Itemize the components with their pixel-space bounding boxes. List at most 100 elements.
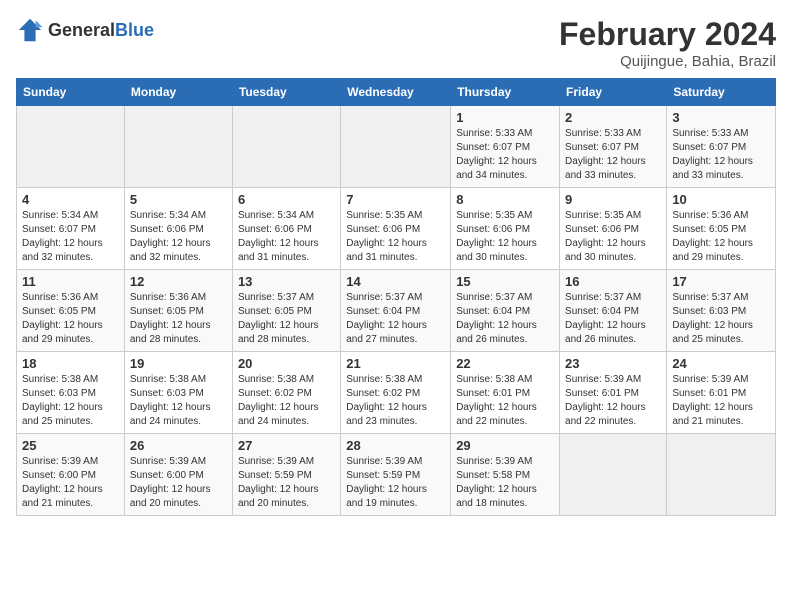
calendar-cell: 14 Sunrise: 5:37 AMSunset: 6:04 PMDayligh… bbox=[341, 270, 451, 352]
day-info: Sunrise: 5:39 AMSunset: 6:01 PMDaylight:… bbox=[672, 373, 770, 429]
day-info: Sunrise: 5:39 AMSunset: 6:01 PMDaylight:… bbox=[565, 373, 661, 429]
calendar-week-2: 4 Sunrise: 5:34 AMSunset: 6:07 PMDaylight… bbox=[17, 188, 776, 270]
day-number: 4 bbox=[22, 192, 119, 207]
calendar-week-5: 25 Sunrise: 5:39 AMSunset: 6:00 PMDayligh… bbox=[17, 434, 776, 516]
day-info: Sunrise: 5:35 AMSunset: 6:06 PMDaylight:… bbox=[565, 209, 661, 265]
calendar-cell: 25 Sunrise: 5:39 AMSunset: 6:00 PMDayligh… bbox=[17, 434, 125, 516]
day-number: 29 bbox=[456, 438, 554, 453]
calendar-cell: 24Sunrise: 5:39 AMSunset: 6:01 PMDayligh… bbox=[667, 352, 776, 434]
col-header-wednesday: Wednesday bbox=[341, 79, 451, 106]
day-number: 10 bbox=[672, 192, 770, 207]
col-header-friday: Friday bbox=[560, 79, 667, 106]
day-number: 19 bbox=[130, 356, 227, 371]
calendar-cell: 10 Sunrise: 5:36 AMSunset: 6:05 PMDayligh… bbox=[667, 188, 776, 270]
calendar-cell: 22 Sunrise: 5:38 AMSunset: 6:01 PMDayligh… bbox=[451, 352, 560, 434]
calendar-cell bbox=[232, 106, 340, 188]
calendar-cell bbox=[17, 106, 125, 188]
day-number: 6 bbox=[238, 192, 335, 207]
day-number: 25 bbox=[22, 438, 119, 453]
day-info: Sunrise: 5:34 AMSunset: 6:07 PMDaylight:… bbox=[22, 209, 119, 265]
calendar-cell: 6Sunrise: 5:34 AMSunset: 6:06 PMDaylight… bbox=[232, 188, 340, 270]
col-header-tuesday: Tuesday bbox=[232, 79, 340, 106]
day-info: Sunrise: 5:39 AMSunset: 5:59 PMDaylight:… bbox=[238, 455, 335, 511]
day-number: 28 bbox=[346, 438, 445, 453]
day-number: 27 bbox=[238, 438, 335, 453]
calendar-cell: 17Sunrise: 5:37 AMSunset: 6:03 PMDayligh… bbox=[667, 270, 776, 352]
day-info: Sunrise: 5:36 AMSunset: 6:05 PMDaylight:… bbox=[22, 291, 119, 347]
day-info: Sunrise: 5:35 AMSunset: 6:06 PMDaylight:… bbox=[346, 209, 445, 265]
day-number: 16 bbox=[565, 274, 661, 289]
title-block: February 2024 Quijingue, Bahia, Brazil bbox=[559, 16, 776, 70]
calendar-cell bbox=[124, 106, 232, 188]
calendar-cell: 1 Sunrise: 5:33 AMSunset: 6:07 PMDaylight… bbox=[451, 106, 560, 188]
logo-blue: Blue bbox=[115, 20, 154, 40]
day-info: Sunrise: 5:35 AMSunset: 6:06 PMDaylight:… bbox=[456, 209, 554, 265]
calendar-cell: 15Sunrise: 5:37 AMSunset: 6:04 PMDayligh… bbox=[451, 270, 560, 352]
day-info: Sunrise: 5:39 AMSunset: 5:58 PMDaylight:… bbox=[456, 455, 554, 511]
day-number: 9 bbox=[565, 192, 661, 207]
logo-general: General bbox=[48, 20, 115, 40]
month-year-title: February 2024 bbox=[559, 16, 776, 53]
page-header: GeneralBlue February 2024 Quijingue, Bah… bbox=[16, 16, 776, 70]
day-number: 7 bbox=[346, 192, 445, 207]
calendar-table: SundayMondayTuesdayWednesdayThursdayFrid… bbox=[16, 78, 776, 516]
calendar-cell: 23 Sunrise: 5:39 AMSunset: 6:01 PMDayligh… bbox=[560, 352, 667, 434]
col-header-thursday: Thursday bbox=[451, 79, 560, 106]
day-info: Sunrise: 5:36 AMSunset: 6:05 PMDaylight:… bbox=[130, 291, 227, 347]
day-info: Sunrise: 5:37 AMSunset: 6:04 PMDaylight:… bbox=[346, 291, 445, 347]
logo: GeneralBlue bbox=[16, 16, 154, 44]
day-number: 21 bbox=[346, 356, 445, 371]
day-info: Sunrise: 5:39 AMSunset: 5:59 PMDaylight:… bbox=[346, 455, 445, 511]
calendar-cell: 9 Sunrise: 5:35 AMSunset: 6:06 PMDaylight… bbox=[560, 188, 667, 270]
day-number: 2 bbox=[565, 110, 661, 125]
calendar-header-row: SundayMondayTuesdayWednesdayThursdayFrid… bbox=[17, 79, 776, 106]
day-number: 1 bbox=[456, 110, 554, 125]
day-info: Sunrise: 5:37 AMSunset: 6:04 PMDaylight:… bbox=[565, 291, 661, 347]
day-number: 13 bbox=[238, 274, 335, 289]
day-number: 8 bbox=[456, 192, 554, 207]
calendar-cell: 26Sunrise: 5:39 AMSunset: 6:00 PMDayligh… bbox=[124, 434, 232, 516]
day-number: 5 bbox=[130, 192, 227, 207]
col-header-sunday: Sunday bbox=[17, 79, 125, 106]
calendar-cell: 12 Sunrise: 5:36 AMSunset: 6:05 PMDayligh… bbox=[124, 270, 232, 352]
day-info: Sunrise: 5:38 AMSunset: 6:01 PMDaylight:… bbox=[456, 373, 554, 429]
day-number: 3 bbox=[672, 110, 770, 125]
calendar-cell bbox=[667, 434, 776, 516]
calendar-cell bbox=[341, 106, 451, 188]
col-header-saturday: Saturday bbox=[667, 79, 776, 106]
day-info: Sunrise: 5:33 AMSunset: 6:07 PMDaylight:… bbox=[672, 127, 770, 183]
calendar-cell: 11 Sunrise: 5:36 AMSunset: 6:05 PMDayligh… bbox=[17, 270, 125, 352]
calendar-cell: 8 Sunrise: 5:35 AMSunset: 6:06 PMDaylight… bbox=[451, 188, 560, 270]
calendar-week-4: 18 Sunrise: 5:38 AMSunset: 6:03 PMDayligh… bbox=[17, 352, 776, 434]
calendar-cell: 29 Sunrise: 5:39 AMSunset: 5:58 PMDayligh… bbox=[451, 434, 560, 516]
day-info: Sunrise: 5:37 AMSunset: 6:05 PMDaylight:… bbox=[238, 291, 335, 347]
day-info: Sunrise: 5:34 AMSunset: 6:06 PMDaylight:… bbox=[130, 209, 227, 265]
day-info: Sunrise: 5:38 AMSunset: 6:02 PMDaylight:… bbox=[238, 373, 335, 429]
day-info: Sunrise: 5:33 AMSunset: 6:07 PMDaylight:… bbox=[456, 127, 554, 183]
day-info: Sunrise: 5:39 AMSunset: 6:00 PMDaylight:… bbox=[22, 455, 119, 511]
logo-icon bbox=[16, 16, 44, 44]
calendar-week-3: 11 Sunrise: 5:36 AMSunset: 6:05 PMDayligh… bbox=[17, 270, 776, 352]
col-header-monday: Monday bbox=[124, 79, 232, 106]
day-info: Sunrise: 5:38 AMSunset: 6:03 PMDaylight:… bbox=[22, 373, 119, 429]
day-info: Sunrise: 5:36 AMSunset: 6:05 PMDaylight:… bbox=[672, 209, 770, 265]
calendar-cell: 2 Sunrise: 5:33 AMSunset: 6:07 PMDaylight… bbox=[560, 106, 667, 188]
calendar-cell: 13 Sunrise: 5:37 AMSunset: 6:05 PMDayligh… bbox=[232, 270, 340, 352]
day-number: 18 bbox=[22, 356, 119, 371]
calendar-cell: 28 Sunrise: 5:39 AMSunset: 5:59 PMDayligh… bbox=[341, 434, 451, 516]
day-number: 11 bbox=[22, 274, 119, 289]
calendar-cell: 27 Sunrise: 5:39 AMSunset: 5:59 PMDayligh… bbox=[232, 434, 340, 516]
calendar-cell: 5 Sunrise: 5:34 AMSunset: 6:06 PMDaylight… bbox=[124, 188, 232, 270]
day-info: Sunrise: 5:37 AMSunset: 6:04 PMDaylight:… bbox=[456, 291, 554, 347]
day-number: 12 bbox=[130, 274, 227, 289]
day-info: Sunrise: 5:33 AMSunset: 6:07 PMDaylight:… bbox=[565, 127, 661, 183]
calendar-cell: 21Sunrise: 5:38 AMSunset: 6:02 PMDayligh… bbox=[341, 352, 451, 434]
calendar-week-1: 1 Sunrise: 5:33 AMSunset: 6:07 PMDaylight… bbox=[17, 106, 776, 188]
day-number: 14 bbox=[346, 274, 445, 289]
calendar-cell: 18 Sunrise: 5:38 AMSunset: 6:03 PMDayligh… bbox=[17, 352, 125, 434]
day-info: Sunrise: 5:38 AMSunset: 6:03 PMDaylight:… bbox=[130, 373, 227, 429]
calendar-cell: 3 Sunrise: 5:33 AMSunset: 6:07 PMDaylight… bbox=[667, 106, 776, 188]
day-number: 22 bbox=[456, 356, 554, 371]
day-number: 23 bbox=[565, 356, 661, 371]
calendar-cell: 7 Sunrise: 5:35 AMSunset: 6:06 PMDaylight… bbox=[341, 188, 451, 270]
